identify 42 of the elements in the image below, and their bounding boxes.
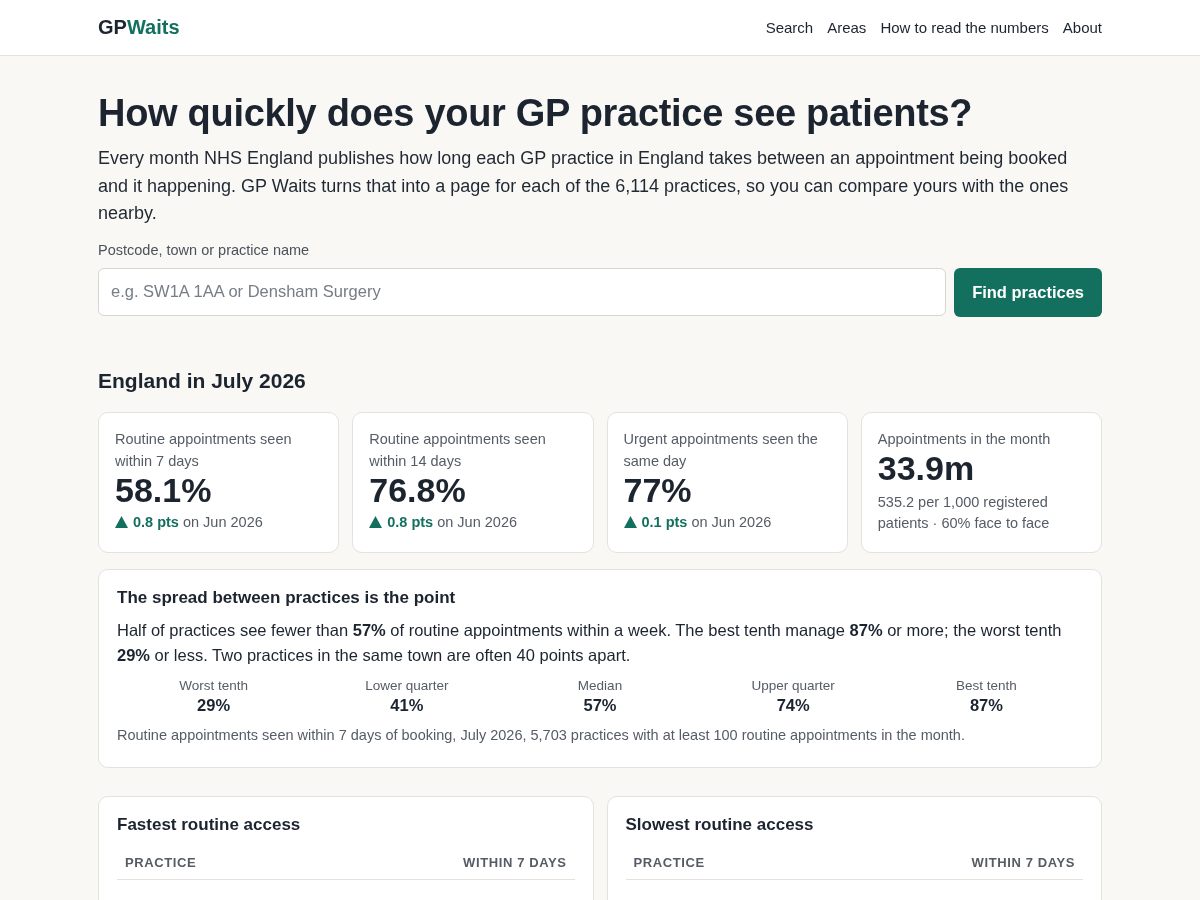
footnote: Routine appointments seen within 7 days of booking, July 2026, 5,703 practices with at least 100 routine appointments in the month. <box>117 726 966 743</box>
page-title: How quickly does your GP practice see patients? <box>98 92 974 135</box>
percentile-value: 41% <box>389 695 425 715</box>
card-title: Fastest routine access <box>117 814 302 835</box>
stat-label: Routine appointments seen within 14 days <box>369 429 547 471</box>
column-header: PRACTICE <box>633 854 705 870</box>
field-label: Postcode, town or practice name <box>98 241 311 258</box>
percentile-value: 87% <box>968 695 1004 715</box>
percentile-label: Best tenth <box>955 677 1018 693</box>
intro-text: Every month NHS England publishes how long each GP practice in England takes between an appointment being booked and it happening. GP Waits turns that into a page for each of the 6,114 practices, so you can compare yours with the ones nearby. <box>98 147 1070 225</box>
card-title: The spread between practices is the point <box>117 587 457 608</box>
change-text: 0.8 pts on Jun 2026 <box>387 513 518 530</box>
percentile-label: Worst tenth <box>178 677 249 693</box>
change-text: 0.1 pts on Jun 2026 <box>641 513 772 530</box>
stat-value: 33.9m <box>877 447 976 488</box>
percentile-label: Lower quarter <box>364 677 450 693</box>
nav-link[interactable]: How to read the numbers <box>880 19 1049 36</box>
column-header: WITHIN 7 DAYS <box>971 854 1075 870</box>
nav-link[interactable]: About <box>1062 19 1102 36</box>
logo[interactable]: GPWaits <box>98 16 180 39</box>
percentile-value: 57% <box>582 695 618 715</box>
column-header: WITHIN 7 DAYS <box>463 854 567 870</box>
stat-label: Routine appointments seen within 7 days <box>115 429 293 471</box>
stat-label: Urgent appointments seen the same day <box>623 429 819 471</box>
percentile-value: 74% <box>775 695 811 715</box>
column-header: PRACTICE <box>125 854 197 870</box>
nav-link[interactable]: Areas <box>827 19 867 36</box>
stat-value: 77% <box>623 469 693 510</box>
percentile-label: Median <box>576 677 624 693</box>
percentile-label: Upper quarter <box>750 677 836 693</box>
stat-value: 58.1% <box>115 469 213 510</box>
stat-note: 535.2 per 1,000 registered patients · 60% face to face <box>877 492 1051 533</box>
search-field[interactable]: e.g. SW1A 1AA or Densham Surgery <box>98 267 947 316</box>
find-button[interactable]: Find practices <box>954 267 1102 317</box>
percentile-value: 29% <box>196 695 232 715</box>
stat-value: 76.8% <box>369 469 467 510</box>
section-title: England in July 2026 <box>98 368 307 393</box>
change-text: 0.8 pts on Jun 2026 <box>133 513 263 530</box>
nav-link[interactable]: Search <box>765 19 814 36</box>
card-title: Slowest routine access <box>625 814 815 835</box>
stat-label: Appointments in the month <box>877 429 1052 449</box>
spread-text: Half of practices see fewer than 57% of routine appointments within a week. The best tenth manage 87% or more; the worst tenth 29% or less. Two practices in the same town are often 40 points apart. <box>117 619 1063 666</box>
